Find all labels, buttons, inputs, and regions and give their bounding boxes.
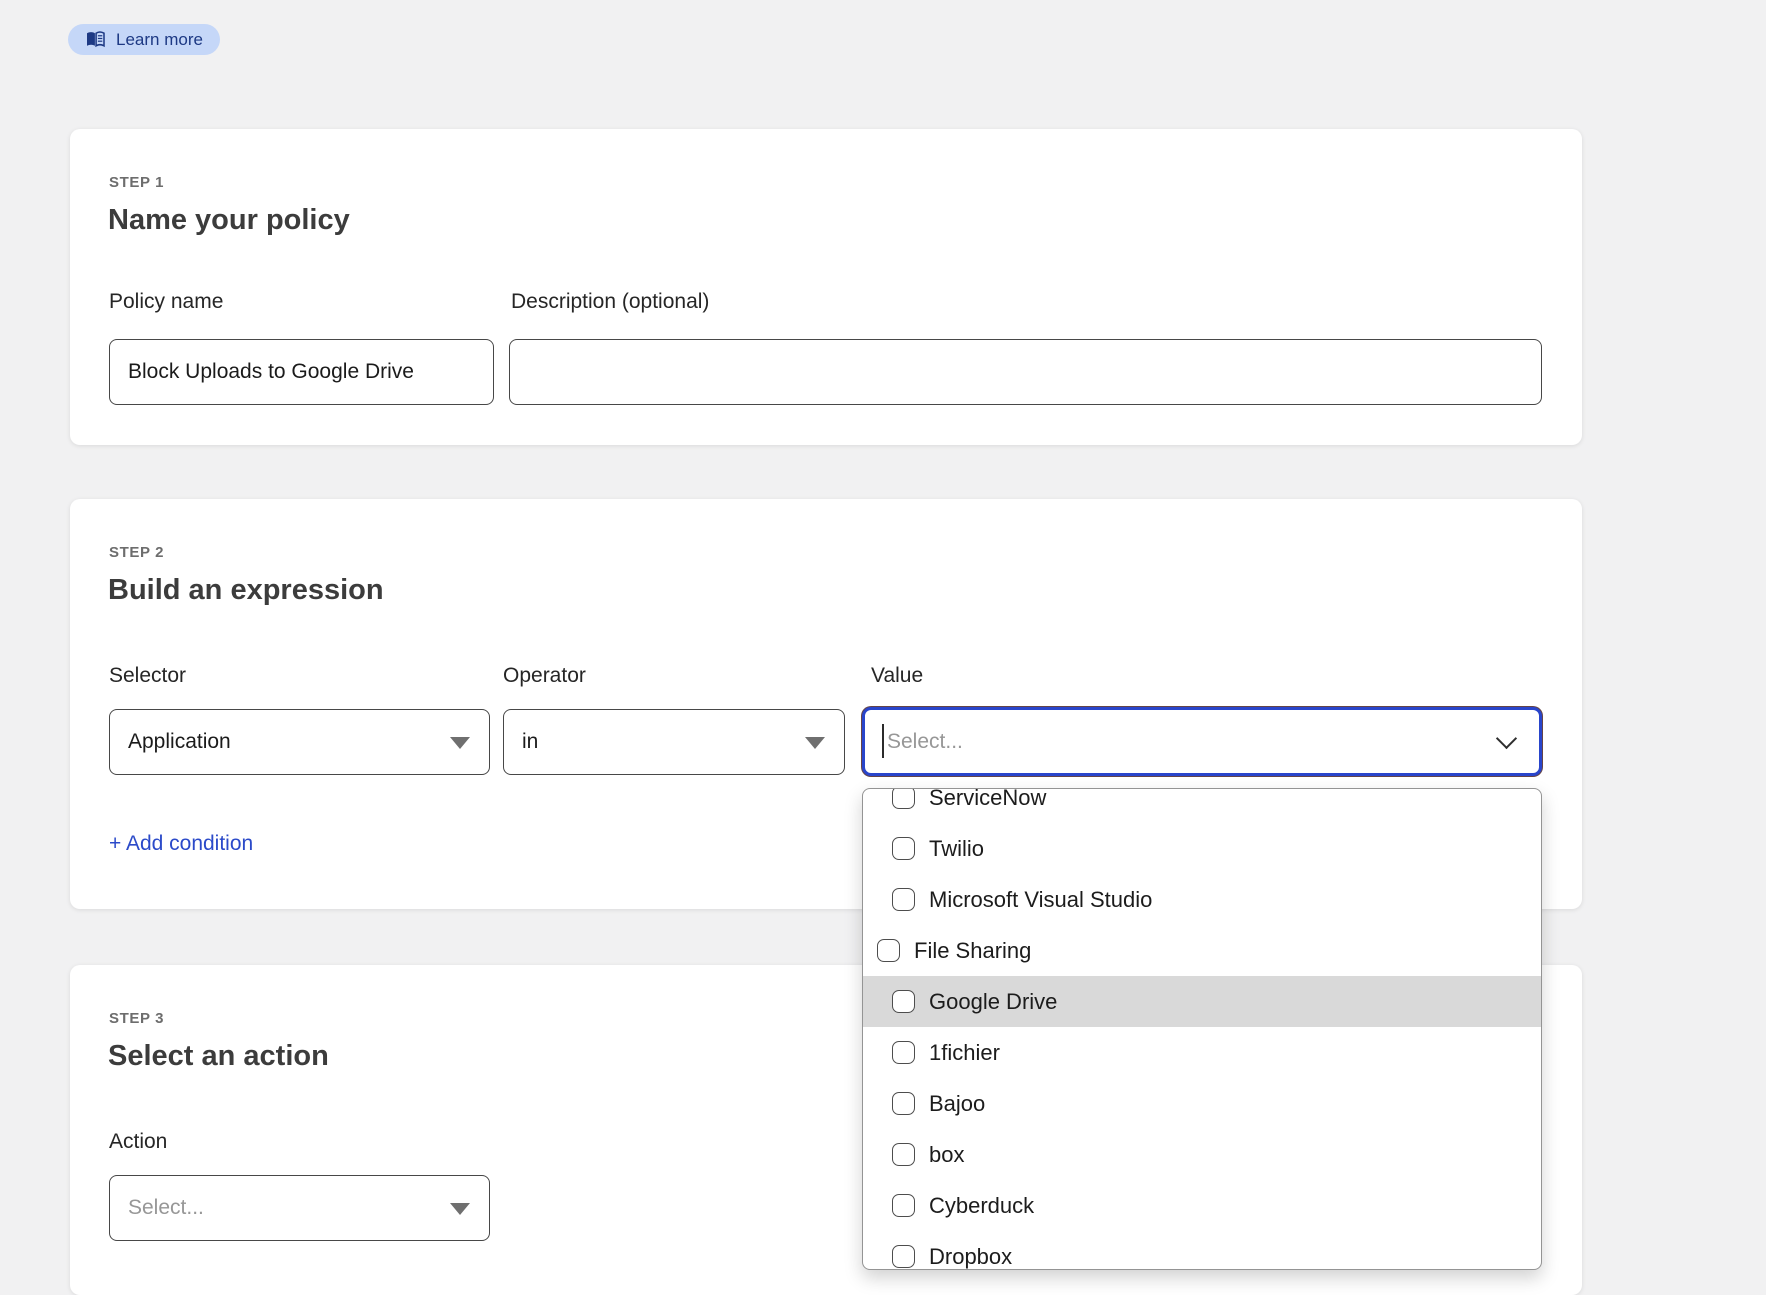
selector-label: Selector — [109, 663, 186, 689]
value-dropdown-panel: ServiceNow Twilio Microsoft Visual Studi… — [862, 788, 1542, 1270]
dropdown-option-microsoft-visual-studio[interactable]: Microsoft Visual Studio — [863, 874, 1541, 925]
action-dropdown[interactable]: Select... — [109, 1175, 490, 1241]
value-multiselect-input[interactable]: Select... — [862, 707, 1542, 776]
step1-label: STEP 1 — [109, 174, 164, 191]
dropdown-arrow-icon — [450, 737, 470, 749]
dropdown-list: ServiceNow Twilio Microsoft Visual Studi… — [863, 788, 1541, 1270]
checkbox-icon[interactable] — [892, 1245, 915, 1268]
text-cursor — [882, 724, 884, 758]
description-label: Description (optional) — [511, 289, 709, 315]
dropdown-option-bajoo[interactable]: Bajoo — [863, 1078, 1541, 1129]
policy-name-label: Policy name — [109, 289, 223, 315]
value-label: Value — [871, 663, 923, 689]
checkbox-icon[interactable] — [892, 888, 915, 911]
action-dropdown-placeholder: Select... — [128, 1196, 204, 1220]
checkbox-icon[interactable] — [877, 939, 900, 962]
checkbox-icon[interactable] — [892, 837, 915, 860]
step2-title: Build an expression — [108, 571, 384, 609]
learn-more-button[interactable]: Learn more — [68, 24, 220, 55]
dropdown-option-1fichier[interactable]: 1fichier — [863, 1027, 1541, 1078]
operator-dropdown-value: in — [522, 730, 538, 754]
step1-title: Name your policy — [108, 201, 350, 239]
step1-card: STEP 1 Name your policy Policy name Desc… — [70, 129, 1582, 445]
checkbox-icon[interactable] — [892, 788, 915, 809]
add-condition-link[interactable]: + Add condition — [109, 832, 253, 856]
step3-label: STEP 3 — [109, 1010, 164, 1027]
operator-label: Operator — [503, 663, 586, 689]
step2-label: STEP 2 — [109, 544, 164, 561]
operator-dropdown[interactable]: in — [503, 709, 845, 775]
dropdown-option-dropbox[interactable]: Dropbox — [863, 1231, 1541, 1270]
policy-name-input[interactable] — [109, 339, 494, 405]
checkbox-icon[interactable] — [892, 1143, 915, 1166]
book-icon — [85, 31, 106, 48]
dropdown-arrow-icon — [450, 1203, 470, 1215]
step3-title: Select an action — [108, 1037, 329, 1075]
value-placeholder: Select... — [884, 730, 963, 754]
learn-more-label: Learn more — [116, 31, 203, 48]
dropdown-option-google-drive[interactable]: Google Drive — [863, 976, 1541, 1027]
checkbox-icon[interactable] — [892, 1092, 915, 1115]
description-input[interactable] — [509, 339, 1542, 405]
action-label: Action — [109, 1129, 167, 1155]
checkbox-icon[interactable] — [892, 1041, 915, 1064]
selector-dropdown-value: Application — [128, 730, 231, 754]
dropdown-option-file-sharing[interactable]: File Sharing — [863, 925, 1541, 976]
selector-dropdown[interactable]: Application — [109, 709, 490, 775]
checkbox-icon[interactable] — [892, 1194, 915, 1217]
dropdown-option-cyberduck[interactable]: Cyberduck — [863, 1180, 1541, 1231]
dropdown-option-box[interactable]: box — [863, 1129, 1541, 1180]
checkbox-icon[interactable] — [892, 990, 915, 1013]
chevron-down-icon[interactable] — [1496, 727, 1517, 748]
dropdown-option-servicenow[interactable]: ServiceNow — [863, 788, 1541, 823]
dropdown-arrow-icon — [805, 737, 825, 749]
dropdown-option-twilio[interactable]: Twilio — [863, 823, 1541, 874]
